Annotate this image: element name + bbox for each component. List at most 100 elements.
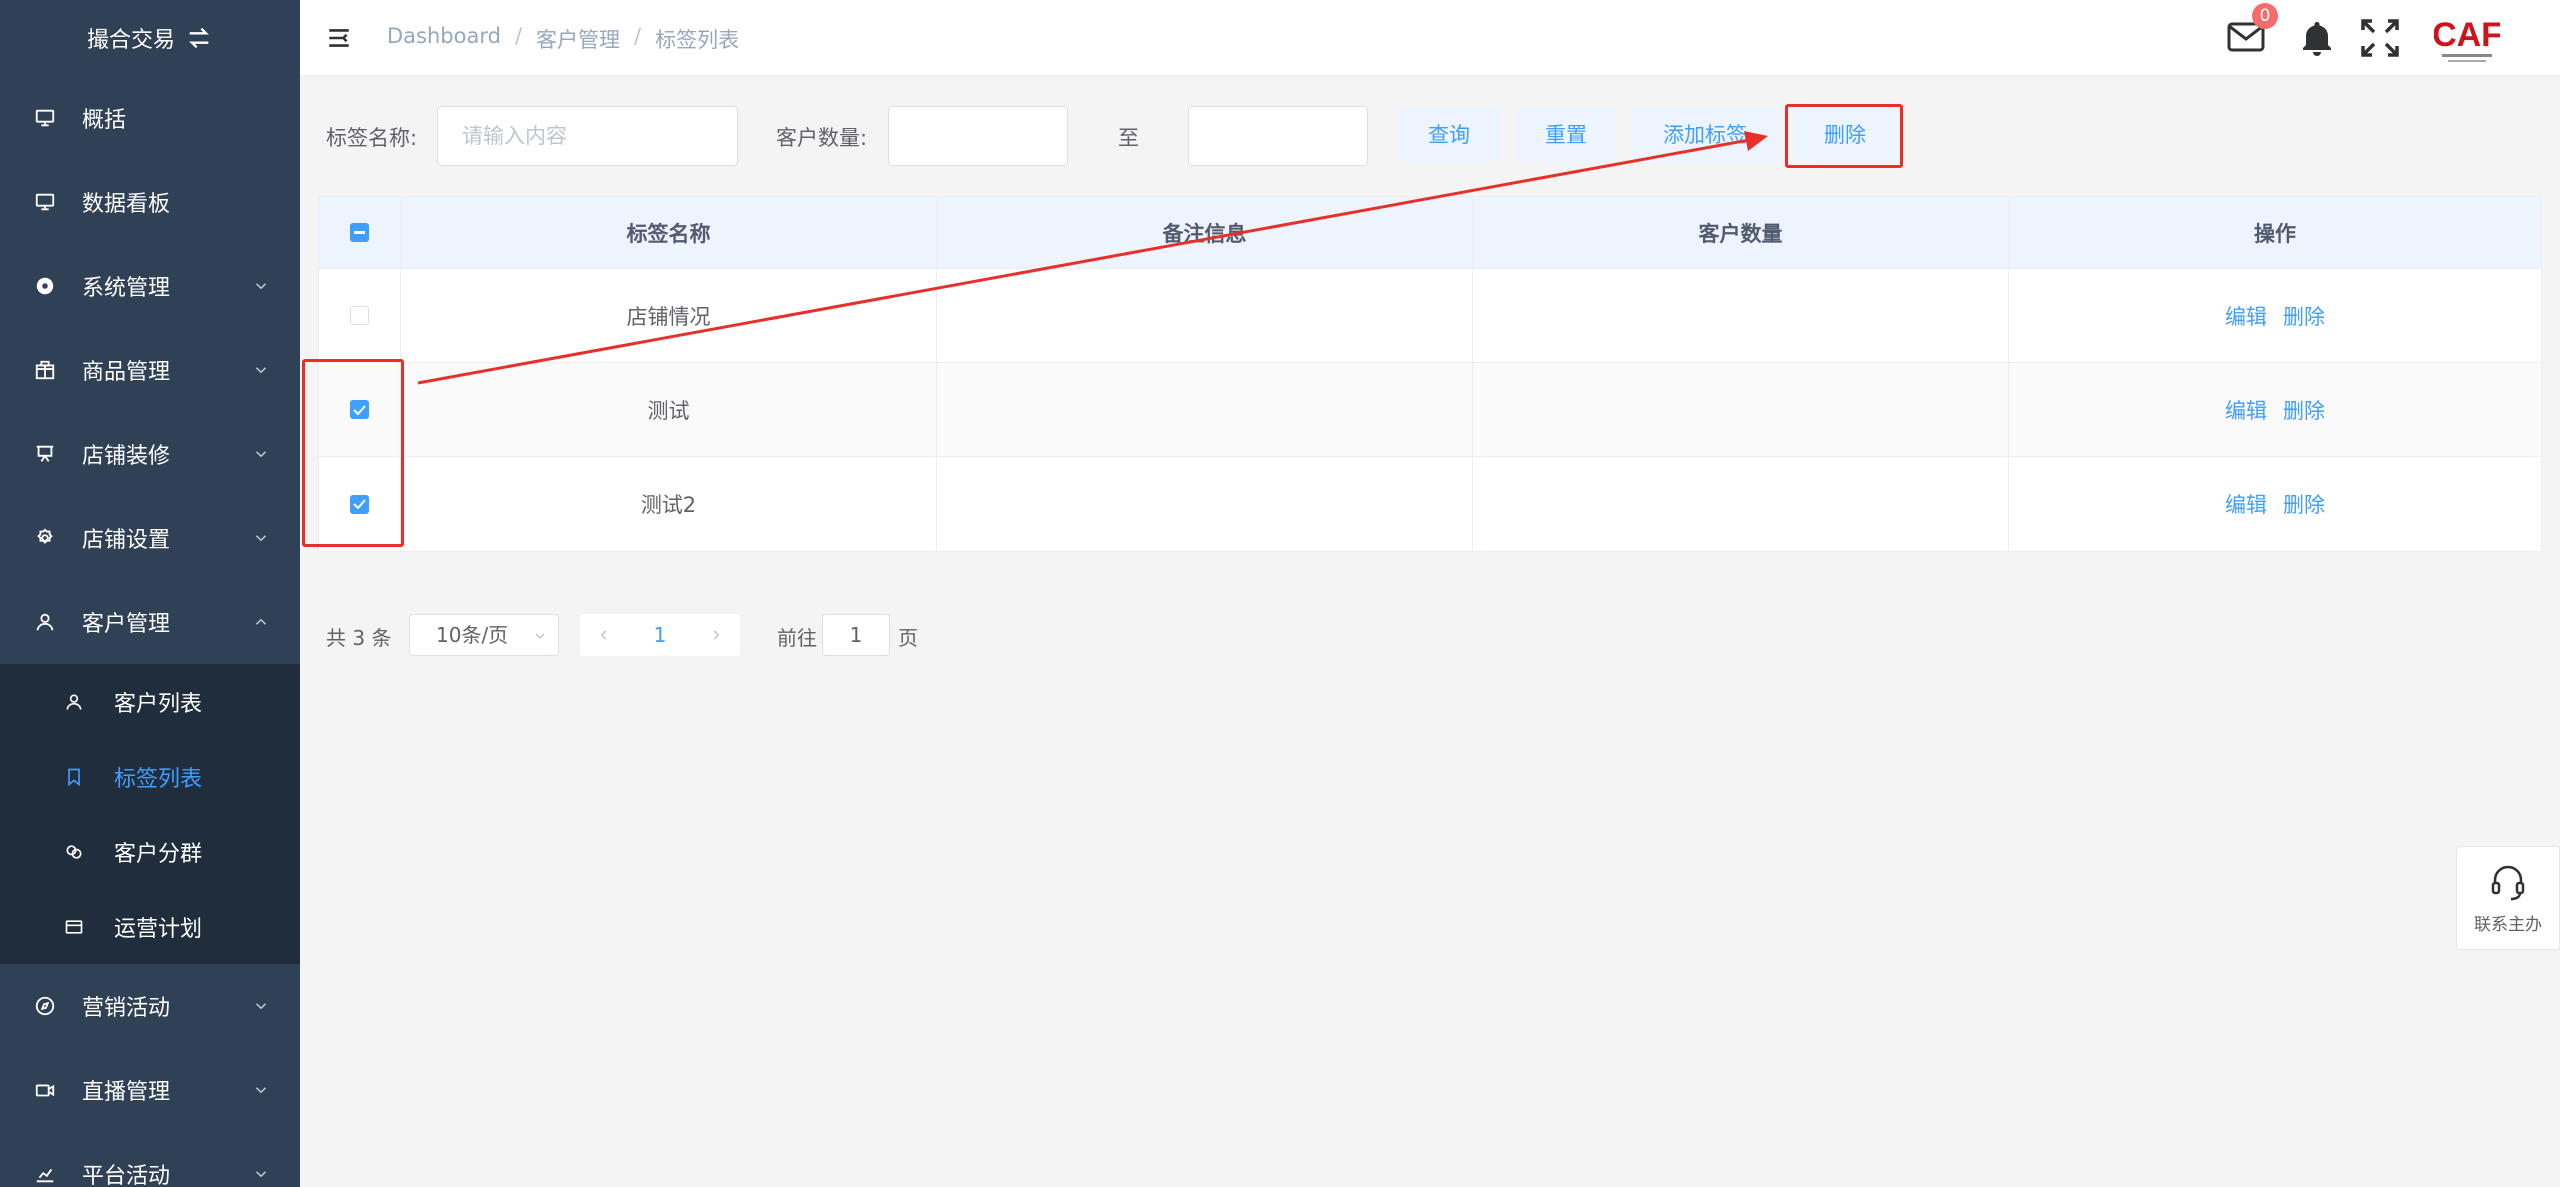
box-icon <box>34 359 56 381</box>
sidebar-item-shop-settings[interactable]: 店铺设置 <box>0 496 300 580</box>
app-title: 撮合交易 <box>86 28 175 53</box>
chevron-down-icon <box>255 1087 267 1094</box>
chevron-left-icon <box>600 630 607 640</box>
table-row: 店铺情况 编辑 删除 <box>319 269 2541 363</box>
query-button[interactable]: 查询 <box>1398 108 1500 162</box>
annotation-arrow <box>417 131 1768 385</box>
sidebar-item-label: 标签列表 <box>114 766 203 792</box>
breadcrumb: Dashboard / 客户管理 / 标签列表 <box>387 24 739 54</box>
sidebar-item-platform-activities[interactable]: 平台活动 <box>0 1132 300 1187</box>
sidebar-item-label: 商品管理 <box>82 360 171 385</box>
sidebar-subitem-tag-list[interactable]: 标签列表 <box>0 739 300 814</box>
ops-cell: 编辑 删除 <box>2009 363 2541 456</box>
breadcrumb-separator: / <box>634 24 642 48</box>
table-row: 测试 编辑 删除 <box>319 363 2541 457</box>
count-cell <box>1473 363 2009 456</box>
bookmark-icon <box>64 767 84 787</box>
delete-link[interactable]: 删除 <box>2283 301 2325 331</box>
hamburger-icon[interactable] <box>326 25 352 51</box>
note-cell <box>937 269 1473 362</box>
monitor-icon <box>34 191 56 213</box>
reset-button[interactable]: 重置 <box>1516 108 1616 162</box>
settings-icon <box>34 275 56 297</box>
sidebar-item-label: 客户管理 <box>82 612 171 637</box>
sidebar-title[interactable]: 撮合交易 <box>0 0 300 76</box>
tag-name-cell: 店铺情况 <box>401 269 937 362</box>
breadcrumb-item[interactable]: Dashboard <box>387 24 501 54</box>
annotation-delete-button-box <box>1785 104 1903 168</box>
headset-icon <box>2491 865 2525 900</box>
sidebar-item-label: 运营计划 <box>114 916 203 942</box>
user-icon <box>64 692 84 712</box>
sidebar-item-goods[interactable]: 商品管理 <box>0 328 300 412</box>
count-cell <box>1473 457 2009 551</box>
easel-icon <box>34 443 56 465</box>
chevron-up-icon <box>255 618 267 625</box>
contact-organizer-button[interactable]: 联系主办 <box>2456 846 2560 950</box>
mail-badge: 0 <box>2252 3 2278 29</box>
sidebar-item-label: 数据看板 <box>82 192 171 217</box>
add-tag-button[interactable]: 添加标签 <box>1632 108 1778 162</box>
ops-cell: 编辑 删除 <box>2009 269 2541 362</box>
column-header: 客户数量 <box>1473 197 2009 268</box>
range-separator: 至 <box>1118 126 1139 150</box>
sidebar: 撮合交易 概括 数据看板 系统管理 商品管理 店铺装修 店铺设置 客户管理 客户… <box>0 0 300 1187</box>
tag-name-label: 标签名称: <box>326 126 418 150</box>
sidebar-item-label: 系统管理 <box>82 276 171 301</box>
select-all-checkbox[interactable] <box>350 223 369 242</box>
sidebar-subitem-customer-list[interactable]: 客户列表 <box>0 664 300 739</box>
sidebar-item-system[interactable]: 系统管理 <box>0 244 300 328</box>
column-header: 标签名称 <box>401 197 937 268</box>
sidebar-item-overview[interactable]: 概括 <box>0 76 300 160</box>
tag-name-cell: 测试2 <box>401 457 937 551</box>
note-cell <box>937 363 1473 456</box>
annotation-checkbox-box <box>302 359 404 547</box>
goto-page-input[interactable]: 1 <box>822 614 890 656</box>
count-cell <box>1473 269 2009 362</box>
delete-link[interactable]: 删除 <box>2283 489 2325 519</box>
row-checkbox[interactable] <box>350 306 369 325</box>
sidebar-item-marketing[interactable]: 营销活动 <box>0 964 300 1048</box>
sidebar-item-dashboard[interactable]: 数据看板 <box>0 160 300 244</box>
contact-label: 联系主办 <box>2474 914 2542 935</box>
customer-count-min-input[interactable] <box>888 106 1068 166</box>
switch-icon[interactable] <box>185 24 213 52</box>
prev-page-button[interactable] <box>586 614 622 656</box>
sidebar-item-label: 营销活动 <box>82 996 171 1021</box>
svg-text:CAF: CAF <box>2434 16 2500 54</box>
edit-link[interactable]: 编辑 <box>2225 395 2267 425</box>
customer-count-max-input[interactable] <box>1188 106 1368 166</box>
breadcrumb-separator: / <box>514 24 523 48</box>
page-size-select[interactable]: 10条/页 <box>409 614 559 656</box>
bell-icon[interactable] <box>2300 20 2334 56</box>
sidebar-item-label: 客户分群 <box>114 841 203 867</box>
table-row: 测试2 编辑 删除 <box>319 457 2541 551</box>
chevron-down-icon <box>255 283 267 290</box>
breadcrumb-item[interactable]: 客户管理 <box>536 24 620 54</box>
group-icon <box>64 842 84 862</box>
page-number-current[interactable]: 1 <box>640 614 680 656</box>
chart-icon <box>34 1163 56 1185</box>
sidebar-subitem-customer-groups[interactable]: 客户分群 <box>0 814 300 889</box>
delete-link[interactable]: 删除 <box>2283 395 2325 425</box>
chevron-down-icon <box>255 1003 267 1010</box>
sidebar-item-decoration[interactable]: 店铺装修 <box>0 412 300 496</box>
column-header: 操作 <box>2254 221 2296 246</box>
sidebar-subitem-operation-plan[interactable]: 运营计划 <box>0 889 300 964</box>
chevron-down-icon <box>255 451 267 458</box>
logo: CAF <box>2434 16 2500 62</box>
tag-name-input[interactable]: 请输入内容 <box>437 106 738 166</box>
pager: 1 <box>580 614 740 656</box>
sidebar-item-live[interactable]: 直播管理 <box>0 1048 300 1132</box>
card-icon <box>64 917 84 937</box>
gear-icon <box>34 527 56 549</box>
fullscreen-icon[interactable] <box>2360 18 2400 58</box>
edit-link[interactable]: 编辑 <box>2225 489 2267 519</box>
next-page-button[interactable] <box>698 614 734 656</box>
chevron-down-icon <box>255 535 267 542</box>
breadcrumb-item-current: 标签列表 <box>655 28 740 52</box>
sidebar-item-label: 概括 <box>82 108 127 133</box>
edit-link[interactable]: 编辑 <box>2225 301 2267 331</box>
minus-icon <box>354 231 365 234</box>
sidebar-item-customers[interactable]: 客户管理 <box>0 580 300 664</box>
